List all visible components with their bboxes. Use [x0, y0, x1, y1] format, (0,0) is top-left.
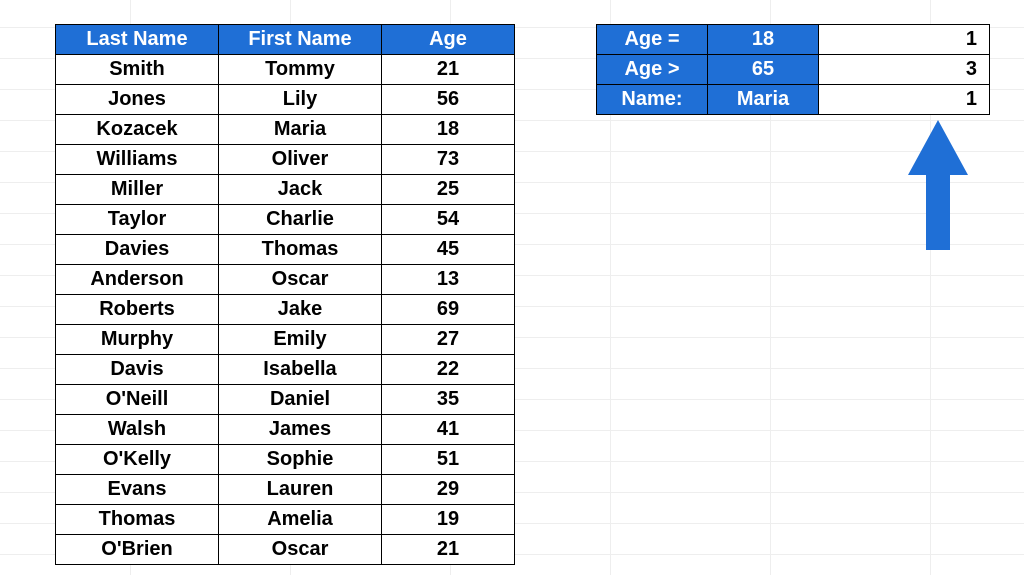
cell-first-name[interactable]: Jack — [219, 175, 382, 205]
cell-first-name[interactable]: Charlie — [219, 205, 382, 235]
cell-age[interactable]: 22 — [382, 355, 515, 385]
cell-last-name[interactable]: Jones — [56, 85, 219, 115]
table-header-row: Last Name First Name Age — [56, 25, 515, 55]
cell-last-name[interactable]: Kozacek — [56, 115, 219, 145]
table-row[interactable]: WilliamsOliver73 — [56, 145, 515, 175]
table-row[interactable]: TaylorCharlie54 — [56, 205, 515, 235]
col-header-last-name[interactable]: Last Name — [56, 25, 219, 55]
cell-age[interactable]: 51 — [382, 445, 515, 475]
cell-first-name[interactable]: Tommy — [219, 55, 382, 85]
criteria-result[interactable]: 1 — [819, 85, 990, 115]
cell-first-name[interactable]: Lily — [219, 85, 382, 115]
criteria-value[interactable]: 18 — [708, 25, 819, 55]
cell-first-name[interactable]: Daniel — [219, 385, 382, 415]
table-row[interactable]: DaviesThomas45 — [56, 235, 515, 265]
cell-age[interactable]: 56 — [382, 85, 515, 115]
cell-last-name[interactable]: Smith — [56, 55, 219, 85]
arrow-up-icon — [908, 120, 968, 250]
criteria-value[interactable]: Maria — [708, 85, 819, 115]
cell-age[interactable]: 35 — [382, 385, 515, 415]
cell-first-name[interactable]: Sophie — [219, 445, 382, 475]
cell-last-name[interactable]: O'Brien — [56, 535, 219, 565]
cell-age[interactable]: 25 — [382, 175, 515, 205]
table-row[interactable]: O'KellySophie51 — [56, 445, 515, 475]
cell-first-name[interactable]: Maria — [219, 115, 382, 145]
cell-first-name[interactable]: Oliver — [219, 145, 382, 175]
cell-age[interactable]: 45 — [382, 235, 515, 265]
people-table: Last Name First Name Age SmithTommy21 Jo… — [55, 24, 515, 565]
table-row[interactable]: WalshJames41 — [56, 415, 515, 445]
cell-last-name[interactable]: Thomas — [56, 505, 219, 535]
cell-first-name[interactable]: Jake — [219, 295, 382, 325]
table-row[interactable]: SmithTommy21 — [56, 55, 515, 85]
cell-first-name[interactable]: Amelia — [219, 505, 382, 535]
cell-last-name[interactable]: O'Neill — [56, 385, 219, 415]
table-row[interactable]: JonesLily56 — [56, 85, 515, 115]
table-row[interactable]: ThomasAmelia19 — [56, 505, 515, 535]
cell-last-name[interactable]: Miller — [56, 175, 219, 205]
col-header-first-name[interactable]: First Name — [219, 25, 382, 55]
criteria-value[interactable]: 65 — [708, 55, 819, 85]
criteria-row[interactable]: Age = 18 1 — [597, 25, 990, 55]
col-header-age[interactable]: Age — [382, 25, 515, 55]
criteria-result[interactable]: 1 — [819, 25, 990, 55]
table-row[interactable]: DavisIsabella22 — [56, 355, 515, 385]
table-row[interactable]: MillerJack25 — [56, 175, 515, 205]
cell-age[interactable]: 29 — [382, 475, 515, 505]
cell-age[interactable]: 13 — [382, 265, 515, 295]
cell-age[interactable]: 18 — [382, 115, 515, 145]
cell-last-name[interactable]: Taylor — [56, 205, 219, 235]
cell-age[interactable]: 21 — [382, 55, 515, 85]
criteria-label[interactable]: Age = — [597, 25, 708, 55]
cell-last-name[interactable]: Roberts — [56, 295, 219, 325]
criteria-result[interactable]: 3 — [819, 55, 990, 85]
cell-first-name[interactable]: Oscar — [219, 535, 382, 565]
criteria-label[interactable]: Age > — [597, 55, 708, 85]
table-row[interactable]: KozacekMaria18 — [56, 115, 515, 145]
cell-last-name[interactable]: Anderson — [56, 265, 219, 295]
cell-age[interactable]: 54 — [382, 205, 515, 235]
cell-last-name[interactable]: Murphy — [56, 325, 219, 355]
cell-first-name[interactable]: Emily — [219, 325, 382, 355]
table-row[interactable]: EvansLauren29 — [56, 475, 515, 505]
cell-age[interactable]: 21 — [382, 535, 515, 565]
cell-age[interactable]: 41 — [382, 415, 515, 445]
cell-first-name[interactable]: Thomas — [219, 235, 382, 265]
cell-last-name[interactable]: Davis — [56, 355, 219, 385]
table-row[interactable]: O'BrienOscar21 — [56, 535, 515, 565]
criteria-label[interactable]: Name: — [597, 85, 708, 115]
cell-last-name[interactable]: Williams — [56, 145, 219, 175]
cell-first-name[interactable]: Isabella — [219, 355, 382, 385]
cell-last-name[interactable]: Evans — [56, 475, 219, 505]
cell-last-name[interactable]: Davies — [56, 235, 219, 265]
cell-first-name[interactable]: Oscar — [219, 265, 382, 295]
table-row[interactable]: RobertsJake69 — [56, 295, 515, 325]
cell-last-name[interactable]: Walsh — [56, 415, 219, 445]
cell-first-name[interactable]: James — [219, 415, 382, 445]
cell-first-name[interactable]: Lauren — [219, 475, 382, 505]
cell-age[interactable]: 19 — [382, 505, 515, 535]
table-row[interactable]: MurphyEmily27 — [56, 325, 515, 355]
criteria-table: Age = 18 1 Age > 65 3 Name: Maria 1 — [596, 24, 990, 115]
cell-age[interactable]: 69 — [382, 295, 515, 325]
criteria-row[interactable]: Age > 65 3 — [597, 55, 990, 85]
cell-age[interactable]: 27 — [382, 325, 515, 355]
table-row[interactable]: AndersonOscar13 — [56, 265, 515, 295]
table-row[interactable]: O'NeillDaniel35 — [56, 385, 515, 415]
cell-last-name[interactable]: O'Kelly — [56, 445, 219, 475]
criteria-row[interactable]: Name: Maria 1 — [597, 85, 990, 115]
cell-age[interactable]: 73 — [382, 145, 515, 175]
